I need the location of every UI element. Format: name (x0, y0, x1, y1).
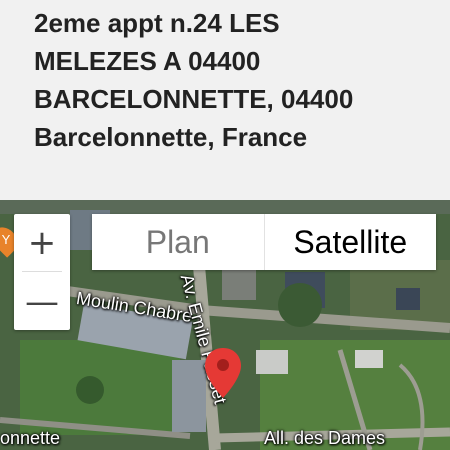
satellite-button[interactable]: Satellite (265, 214, 437, 270)
address-line-3: BARCELONNETTE, 04400 (34, 84, 354, 114)
location-marker-icon[interactable] (203, 346, 243, 400)
plan-button[interactable]: Plan (92, 214, 265, 270)
address-panel: 2eme appt n.24 LES MELEZES A 04400 BARCE… (0, 0, 450, 200)
zoom-control: + — (14, 214, 70, 330)
town-label: onnette (0, 428, 61, 448)
poi-glyph: Y (1, 232, 11, 247)
zoom-out-button[interactable]: — (14, 273, 70, 330)
zoom-in-button[interactable]: + (14, 214, 70, 271)
zoom-divider (22, 271, 62, 272)
address-line-4: Barcelonnette, France (34, 122, 308, 152)
map-type-toggle: Plan Satellite (92, 214, 436, 270)
address-line-1: 2eme appt n.24 LES (34, 8, 280, 38)
street-label-all-des-dames: All. des Dames (264, 428, 386, 448)
address-line-2: MELEZES A 04400 (34, 46, 261, 76)
address-text: 2eme appt n.24 LES MELEZES A 04400 BARCE… (34, 4, 434, 156)
